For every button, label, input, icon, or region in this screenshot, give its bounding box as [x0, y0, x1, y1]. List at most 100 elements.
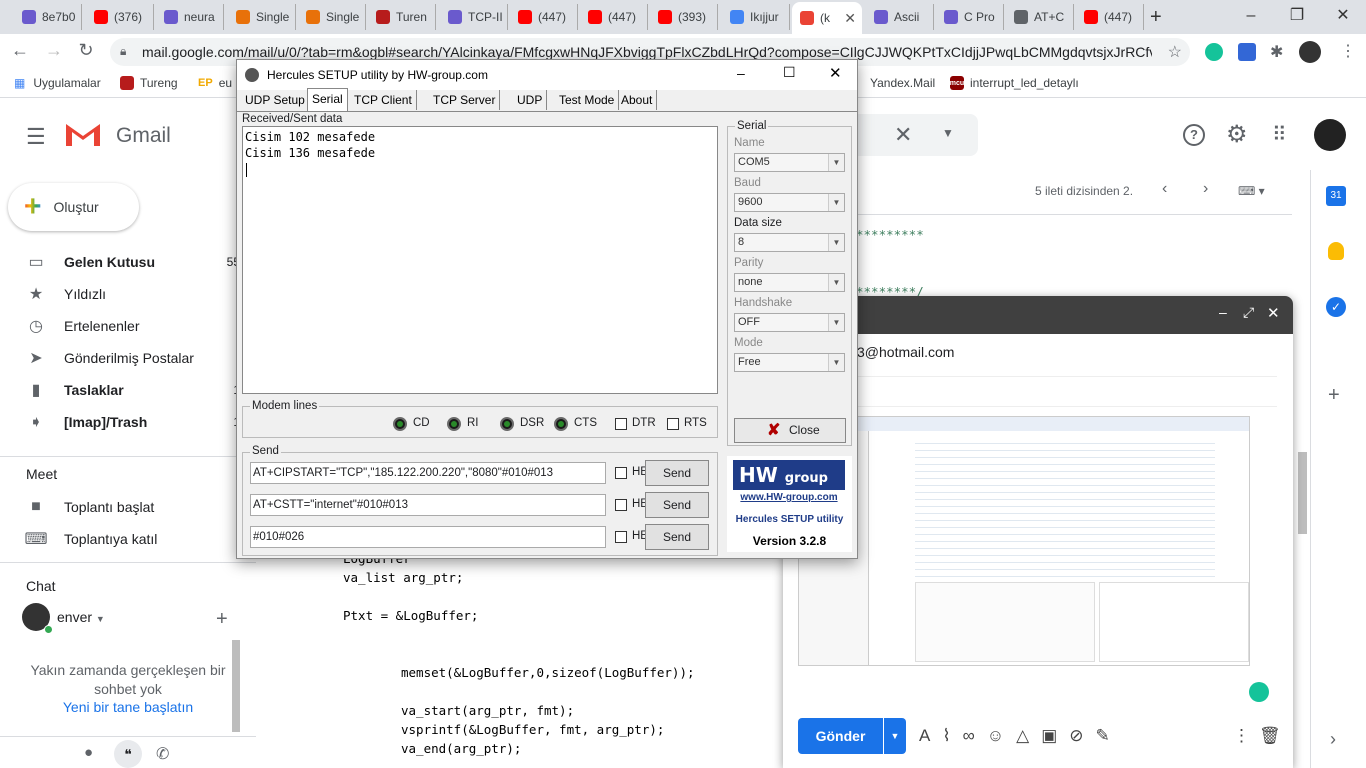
herc-close-icon[interactable]: ✕ — [829, 64, 842, 82]
herc-maximize-icon[interactable]: ☐ — [783, 64, 796, 81]
confidential-icon[interactable]: ⊘ — [1069, 726, 1083, 746]
send-button-1[interactable]: Send — [645, 460, 709, 486]
grammarly-icon[interactable] — [1205, 43, 1223, 61]
emoji-icon[interactable]: ☺ — [987, 726, 1004, 746]
maximize-icon[interactable]: ❐ — [1274, 0, 1320, 34]
bookmark-star-icon[interactable]: ☆ — [1168, 42, 1182, 62]
herc-minimize-icon[interactable]: – — [737, 65, 745, 81]
person-icon[interactable]: ● — [84, 744, 93, 761]
next-icon[interactable]: › — [1203, 180, 1208, 198]
sidebar-item[interactable]: ★ Yıldızlı — [26, 278, 240, 310]
account-avatar[interactable] — [1314, 119, 1346, 151]
meet-join[interactable]: ⌨ Toplantıya katıl — [24, 523, 240, 555]
browser-tab[interactable]: (447) — [580, 4, 648, 30]
signature-icon[interactable]: ✎ — [1096, 726, 1110, 746]
received-textarea[interactable]: Cisim 102 mesafede Cisim 136 mesafede — [242, 126, 718, 394]
search-box[interactable]: ✕ ▼ — [858, 114, 978, 156]
meet-start[interactable]: ■ Toplantı başlat — [26, 491, 240, 523]
compose-close-icon[interactable]: ✕ — [1267, 304, 1280, 322]
send-options-icon[interactable]: ▼ — [884, 718, 906, 754]
hercules-tab[interactable]: Test Mode — [555, 90, 620, 110]
prev-icon[interactable]: ‹ — [1162, 180, 1167, 198]
clear-search-icon[interactable]: ✕ — [894, 122, 912, 148]
tasks-icon[interactable]: ✓ — [1326, 297, 1346, 317]
photo-icon[interactable]: ▣ — [1041, 726, 1057, 746]
main-scrollbar[interactable] — [1298, 452, 1307, 534]
sidebar-item[interactable]: ▮Taslaklar1 — [26, 374, 240, 406]
hercules-tab[interactable]: TCP Client — [350, 90, 417, 110]
browser-tab[interactable]: Ascii — [866, 4, 934, 30]
mode-select[interactable]: Free ▼ — [734, 353, 845, 372]
bookmark-tureng[interactable]: Tureng — [120, 76, 178, 90]
hercules-tab[interactable]: About — [617, 90, 658, 110]
browser-tab[interactable]: (447) — [510, 4, 578, 30]
browser-tab[interactable]: (393) — [650, 4, 718, 30]
browser-tab[interactable]: neura — [156, 4, 224, 30]
main-menu-icon[interactable]: ☰ — [26, 124, 46, 150]
minimize-icon[interactable]: – — [1228, 0, 1274, 34]
hercules-tab[interactable]: UDP Setup — [241, 90, 310, 110]
browser-tab[interactable]: Ikıjjur — [722, 4, 790, 30]
profile-avatar[interactable] — [1299, 41, 1321, 63]
send-button[interactable]: Gönder — [798, 718, 883, 754]
menu-dots-icon[interactable]: ⋮ — [1340, 41, 1356, 61]
add-addon-icon[interactable]: + — [1328, 384, 1340, 407]
gmail-logo-icon[interactable] — [64, 120, 102, 148]
sidebar-item[interactable]: ➤ Gönderilmiş Postalar — [26, 342, 240, 374]
new-chat-icon[interactable]: + — [216, 608, 228, 631]
send-button-3[interactable]: Send — [645, 524, 709, 550]
hercules-tab[interactable]: TCP Server — [429, 90, 501, 110]
new-tab-icon[interactable]: + — [1150, 6, 1162, 29]
compose-fullscreen-icon[interactable]: ⤢ — [1243, 304, 1254, 321]
format-text-icon[interactable]: A — [919, 726, 930, 746]
browser-tab[interactable]: C Pro — [936, 4, 1004, 30]
keep-icon[interactable] — [1328, 242, 1344, 260]
reload-icon[interactable]: ↻ — [74, 40, 98, 61]
hex-checkbox-3[interactable] — [615, 531, 627, 543]
browser-tab[interactable]: Single — [298, 4, 366, 30]
close-port-button[interactable]: ✘ Close — [734, 418, 846, 443]
calendar-icon[interactable]: 31 — [1326, 186, 1346, 206]
extension-icon[interactable] — [1238, 43, 1256, 61]
puzzle-icon[interactable]: ✱ — [1270, 42, 1283, 62]
parity-select[interactable]: none ▼ — [734, 273, 845, 292]
browser-tab[interactable]: (k ✕ — [792, 2, 862, 34]
send-input-3[interactable]: #010#026 — [250, 526, 606, 548]
hex-checkbox-2[interactable] — [615, 499, 627, 511]
compose-minimize-icon[interactable]: – — [1219, 304, 1227, 320]
phone-icon[interactable]: ✆ — [156, 744, 169, 764]
compose-button[interactable]: + Oluştur — [8, 183, 139, 231]
bookmark-yandex[interactable]: Yandex.Mail — [870, 76, 935, 90]
close-tab-icon[interactable]: ✕ — [844, 10, 856, 27]
compose-recipient[interactable]: 3@hotmail.com — [857, 344, 954, 360]
browser-tab[interactable]: AT+C — [1006, 4, 1074, 30]
dtr-checkbox[interactable] — [615, 418, 627, 430]
hex-checkbox-1[interactable] — [615, 467, 627, 479]
send-input-1[interactable]: AT+CIPSTART="TCP","185.122.200.220","808… — [250, 462, 606, 484]
sidebar-item[interactable]: ▭ Gelen Kutusu 55 — [26, 246, 240, 278]
browser-tab[interactable]: Single — [228, 4, 296, 30]
sidebar-item[interactable]: ◷ Ertelenenler — [26, 310, 240, 342]
bookmark-apps[interactable]: ▦ Uygulamalar — [14, 76, 101, 90]
help-icon[interactable]: ? — [1183, 124, 1205, 146]
baud-select[interactable]: 9600 ▼ — [734, 193, 845, 212]
google-apps-icon[interactable]: ⠿ — [1272, 122, 1287, 147]
attach-icon[interactable]: ⌇ — [942, 726, 950, 746]
chat-bubble-icon[interactable]: ❝ — [114, 740, 142, 768]
grammarly-badge-icon[interactable] — [1249, 682, 1269, 702]
forward-icon[interactable]: → — [42, 40, 66, 61]
start-chat-link[interactable]: Yeni bir tane başlatın — [28, 699, 228, 715]
hercules-tab[interactable]: Serial — [307, 88, 348, 111]
handshake-select[interactable]: OFF ▼ — [734, 313, 845, 332]
back-icon[interactable]: ← — [8, 40, 32, 61]
send-button-2[interactable]: Send — [645, 492, 709, 518]
close-window-icon[interactable]: ✕ — [1320, 0, 1366, 34]
more-options-icon[interactable]: ⋮ — [1233, 726, 1250, 746]
send-input-2[interactable]: AT+CSTT="internet"#010#013 — [250, 494, 606, 516]
bookmark-interrupt[interactable]: mcu interrupt_led_detaylı — [950, 76, 1079, 90]
expand-panel-icon[interactable]: › — [1330, 729, 1336, 750]
sidebar-item[interactable]: ➧[Imap]/Trash1 — [26, 406, 240, 438]
datasize-select[interactable]: 8 ▼ — [734, 233, 845, 252]
discard-draft-icon[interactable]: 🗑︎ — [1259, 726, 1281, 746]
chat-user[interactable]: enver ▼ — [57, 609, 105, 625]
